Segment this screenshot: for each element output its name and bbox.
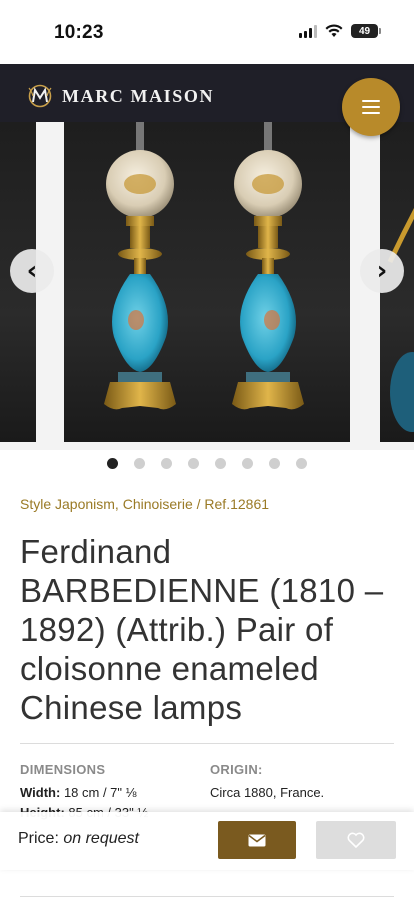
contact-email-button[interactable] (218, 821, 296, 859)
origin-heading: ORIGIN: (210, 762, 263, 777)
brand-logo[interactable]: MARC MAISON (26, 84, 214, 108)
add-to-favorites-button[interactable] (316, 821, 396, 859)
mm-monogram-logo (28, 84, 52, 108)
product-title: Ferdinand BARBEDIENNE (1810 – 1892) (Att… (20, 533, 384, 726)
carousel-dot[interactable] (107, 458, 118, 469)
carousel-dot[interactable] (215, 458, 226, 469)
dimensions-heading: DIMENSIONS (20, 762, 106, 777)
price-value: on request (63, 830, 139, 847)
pair-of-cloisonne-lamps-photo[interactable] (64, 122, 350, 442)
price-label: Price: (18, 830, 59, 847)
battery-icon: 49 (351, 24, 381, 38)
carousel-dot[interactable] (269, 458, 280, 469)
carousel-pagination (0, 458, 414, 469)
divider (20, 743, 394, 744)
price-text: Price: on request (18, 830, 139, 848)
status-bar: 10:23 49 (0, 0, 414, 64)
origin-value: Circa 1880, France. (210, 785, 325, 800)
brand-name: MARC MAISON (62, 85, 215, 106)
price-bar: Price: on request (0, 812, 414, 870)
divider (20, 896, 394, 897)
status-time: 10:23 (54, 22, 104, 43)
carousel-dot[interactable] (134, 458, 145, 469)
width-label: Width: (20, 785, 61, 800)
hamburger-menu-icon[interactable] (342, 78, 400, 136)
image-carousel[interactable]: ‹ › (0, 122, 414, 450)
carousel-dot[interactable] (296, 458, 307, 469)
product-category-link[interactable]: Style Japonism, Chinoiserie / Ref.12861 (20, 496, 269, 512)
width-value: 18 cm / 7" ⅛ (63, 785, 137, 800)
status-icons: 49 (299, 24, 381, 38)
heart-icon (347, 832, 365, 848)
chevron-left-icon[interactable]: ‹ (10, 249, 54, 293)
lamps-illustration (104, 122, 304, 410)
width-row: Width: 18 cm / 7" ⅛ (20, 783, 210, 803)
wifi-icon (325, 24, 343, 37)
envelope-icon (248, 834, 266, 846)
carousel-dot[interactable] (242, 458, 253, 469)
carousel-dot[interactable] (161, 458, 172, 469)
chevron-right-icon[interactable]: › (360, 249, 404, 293)
carousel-dot[interactable] (188, 458, 199, 469)
signal-icon (299, 24, 317, 38)
